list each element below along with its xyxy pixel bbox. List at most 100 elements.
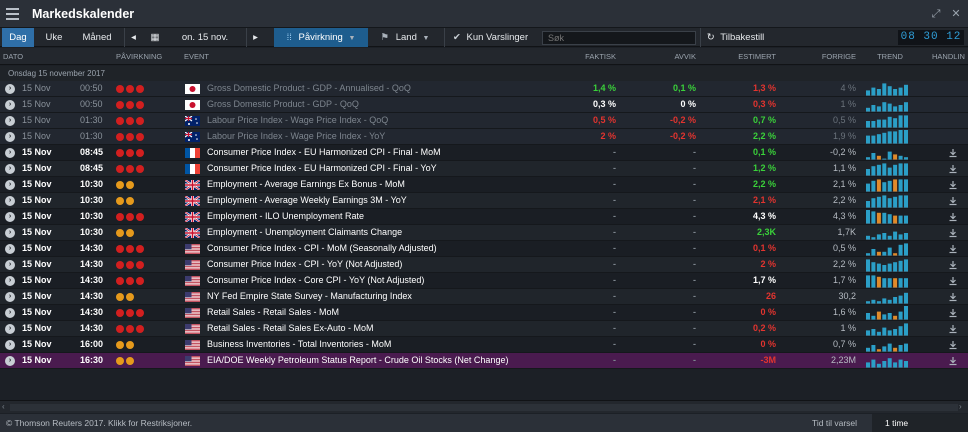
event-name[interactable]: Consumer Price Index - CPI - YoY (Not Ad…: [207, 257, 402, 272]
scroll-left-icon[interactable]: ‹: [2, 402, 5, 411]
event-name[interactable]: Retail Sales - Retail Sales - MoM: [207, 305, 339, 320]
horizontal-scrollbar[interactable]: ‹ ›: [0, 400, 968, 413]
expand-row-icon[interactable]: ›: [5, 196, 15, 206]
expand-row-icon[interactable]: ›: [5, 228, 15, 238]
col-actual[interactable]: FAKTISK: [560, 48, 616, 65]
event-row[interactable]: › 15 Nov 08:45 Consumer Price Index - EU Ha…: [0, 161, 968, 177]
expand-row-icon[interactable]: ›: [5, 100, 15, 110]
col-event[interactable]: EVENT: [184, 48, 209, 65]
expand-icon[interactable]: ⤢: [928, 6, 944, 22]
search-input[interactable]: [542, 31, 696, 45]
event-row[interactable]: › 15 Nov 14:30 Consumer Price Index - CPI -…: [0, 241, 968, 257]
expand-row-icon[interactable]: ›: [5, 84, 15, 94]
reset-button[interactable]: ↻ Tilbakestill: [700, 28, 770, 47]
event-row[interactable]: › 15 Nov 16:00 Business Inventories - Total…: [0, 337, 968, 353]
col-date[interactable]: DATO: [3, 48, 23, 65]
copyright-link[interactable]: © Thomson Reuters 2017. Klikk for Restri…: [6, 414, 192, 432]
event-row[interactable]: › 15 Nov 10:30 Employment - Average Earning…: [0, 177, 968, 193]
download-icon[interactable]: [948, 356, 958, 366]
download-icon[interactable]: [948, 228, 958, 238]
impact-filter-button[interactable]: ⁞⁞ Påvirkning ▼: [274, 28, 368, 47]
week-tab[interactable]: Uke: [38, 28, 70, 47]
expand-row-icon[interactable]: ›: [5, 324, 15, 334]
download-icon[interactable]: [948, 212, 958, 222]
download-icon[interactable]: [948, 308, 958, 318]
event-row[interactable]: › 15 Nov 10:30 Employment - Average Weekly …: [0, 193, 968, 209]
download-icon[interactable]: [948, 164, 958, 174]
event-row[interactable]: › 15 Nov 00:50 Gross Domestic Product - GDP…: [0, 81, 968, 97]
event-name[interactable]: Consumer Price Index - CPI - MoM (Season…: [207, 241, 437, 256]
col-previous[interactable]: FORRIGE: [800, 48, 856, 65]
next-date-button[interactable]: ▸: [246, 28, 264, 47]
expand-row-icon[interactable]: ›: [5, 148, 15, 158]
download-icon[interactable]: [948, 324, 958, 334]
event-name[interactable]: Labour Price Index - Wage Price Index - …: [207, 129, 385, 144]
event-name[interactable]: Gross Domestic Product - GDP - Annualise…: [207, 81, 411, 96]
event-name[interactable]: Employment - ILO Unemployment Rate: [207, 209, 364, 224]
event-row[interactable]: › 15 Nov 08:45 Consumer Price Index - EU Ha…: [0, 145, 968, 161]
expand-row-icon[interactable]: ›: [5, 244, 15, 254]
event-row[interactable]: › 15 Nov 14:30 Consumer Price Index - CPI -…: [0, 257, 968, 273]
day-tab[interactable]: Dag: [2, 28, 34, 47]
download-icon[interactable]: [948, 340, 958, 350]
close-icon[interactable]: ✕: [948, 6, 964, 22]
expand-row-icon[interactable]: ›: [5, 180, 15, 190]
event-name[interactable]: Employment - Unemployment Claimants Chan…: [207, 225, 402, 240]
scroll-right-icon[interactable]: ›: [959, 402, 962, 411]
event-row[interactable]: › 15 Nov 01:30 Labour Price Index - Wage Pr…: [0, 113, 968, 129]
download-icon[interactable]: [948, 196, 958, 206]
calendar-icon[interactable]: ▦: [146, 28, 164, 47]
col-deviation[interactable]: AVVIK: [640, 48, 696, 65]
trend-bar: [898, 195, 903, 208]
download-icon[interactable]: [948, 148, 958, 158]
time-to-alert-select[interactable]: 1 time: [872, 414, 968, 432]
prev-date-button[interactable]: ◂: [124, 28, 142, 47]
col-estimate[interactable]: ESTIMERT: [720, 48, 776, 65]
event-name[interactable]: Business Inventories - Total Inventories…: [207, 337, 391, 352]
event-name[interactable]: Consumer Price Index - EU Harmonized CPI…: [207, 161, 437, 176]
event-row[interactable]: › 15 Nov 14:30 Retail Sales - Retail Sales …: [0, 321, 968, 337]
country-filter-button[interactable]: ⚑ Land ▼: [372, 28, 438, 47]
event-row[interactable]: › 15 Nov 10:30 Employment - Unemployment Cl…: [0, 225, 968, 241]
event-name[interactable]: Consumer Price Index - EU Harmonized CPI…: [207, 145, 441, 160]
expand-row-icon[interactable]: ›: [5, 356, 15, 366]
event-row[interactable]: › 15 Nov 16:30 EIA/DOE Weekly Petroleum Sta…: [0, 353, 968, 369]
download-icon[interactable]: [948, 276, 958, 286]
col-action[interactable]: HANDLIN: [932, 48, 965, 65]
expand-row-icon[interactable]: ›: [5, 260, 15, 270]
event-name[interactable]: Retail Sales - Retail Sales Ex-Auto - Mo…: [207, 321, 374, 336]
menu-icon[interactable]: [0, 0, 24, 28]
download-icon[interactable]: [948, 292, 958, 302]
download-icon[interactable]: [948, 180, 958, 190]
col-impact[interactable]: PÅVIRKNING: [116, 48, 162, 65]
expand-row-icon[interactable]: ›: [5, 276, 15, 286]
expand-row-icon[interactable]: ›: [5, 212, 15, 222]
event-name[interactable]: Employment - Average Earnings Ex Bonus -…: [207, 177, 405, 192]
expand-row-icon[interactable]: ›: [5, 340, 15, 350]
event-name[interactable]: Consumer Price Index - Core CPI - YoY (N…: [207, 273, 424, 288]
event-name[interactable]: Gross Domestic Product - GDP - QoQ: [207, 97, 359, 112]
event-name[interactable]: Employment - Average Weekly Earnings 3M …: [207, 193, 407, 208]
event-row[interactable]: › 15 Nov 14:30 Consumer Price Index - Core …: [0, 273, 968, 289]
event-row[interactable]: › 15 Nov 00:50 Gross Domestic Product - GDP…: [0, 97, 968, 113]
scrollbar-thumb[interactable]: [10, 404, 958, 411]
event-row[interactable]: › 15 Nov 14:30 NY Fed Empire State Survey -…: [0, 289, 968, 305]
event-name[interactable]: NY Fed Empire State Survey - Manufacturi…: [207, 289, 412, 304]
impact-indicator: [116, 181, 134, 189]
event-row[interactable]: › 15 Nov 01:30 Labour Price Index - Wage Pr…: [0, 129, 968, 145]
col-trend[interactable]: TREND: [870, 48, 910, 65]
event-row[interactable]: › 15 Nov 10:30 Employment - ILO Unemploymen…: [0, 209, 968, 225]
event-row[interactable]: › 15 Nov 14:30 Retail Sales - Retail Sales …: [0, 305, 968, 321]
event-name[interactable]: EIA/DOE Weekly Petroleum Status Report -…: [207, 353, 508, 368]
expand-row-icon[interactable]: ›: [5, 292, 15, 302]
expand-row-icon[interactable]: ›: [5, 308, 15, 318]
alerts-only-toggle[interactable]: ✔ Kun Varslinger: [444, 28, 536, 47]
download-icon[interactable]: [948, 244, 958, 254]
event-name[interactable]: Labour Price Index - Wage Price Index - …: [207, 113, 388, 128]
expand-row-icon[interactable]: ›: [5, 116, 15, 126]
expand-row-icon[interactable]: ›: [5, 164, 15, 174]
download-icon[interactable]: [948, 260, 958, 270]
date-field[interactable]: on. 15 nov.: [166, 28, 244, 47]
month-tab[interactable]: Måned: [74, 28, 120, 47]
expand-row-icon[interactable]: ›: [5, 132, 15, 142]
